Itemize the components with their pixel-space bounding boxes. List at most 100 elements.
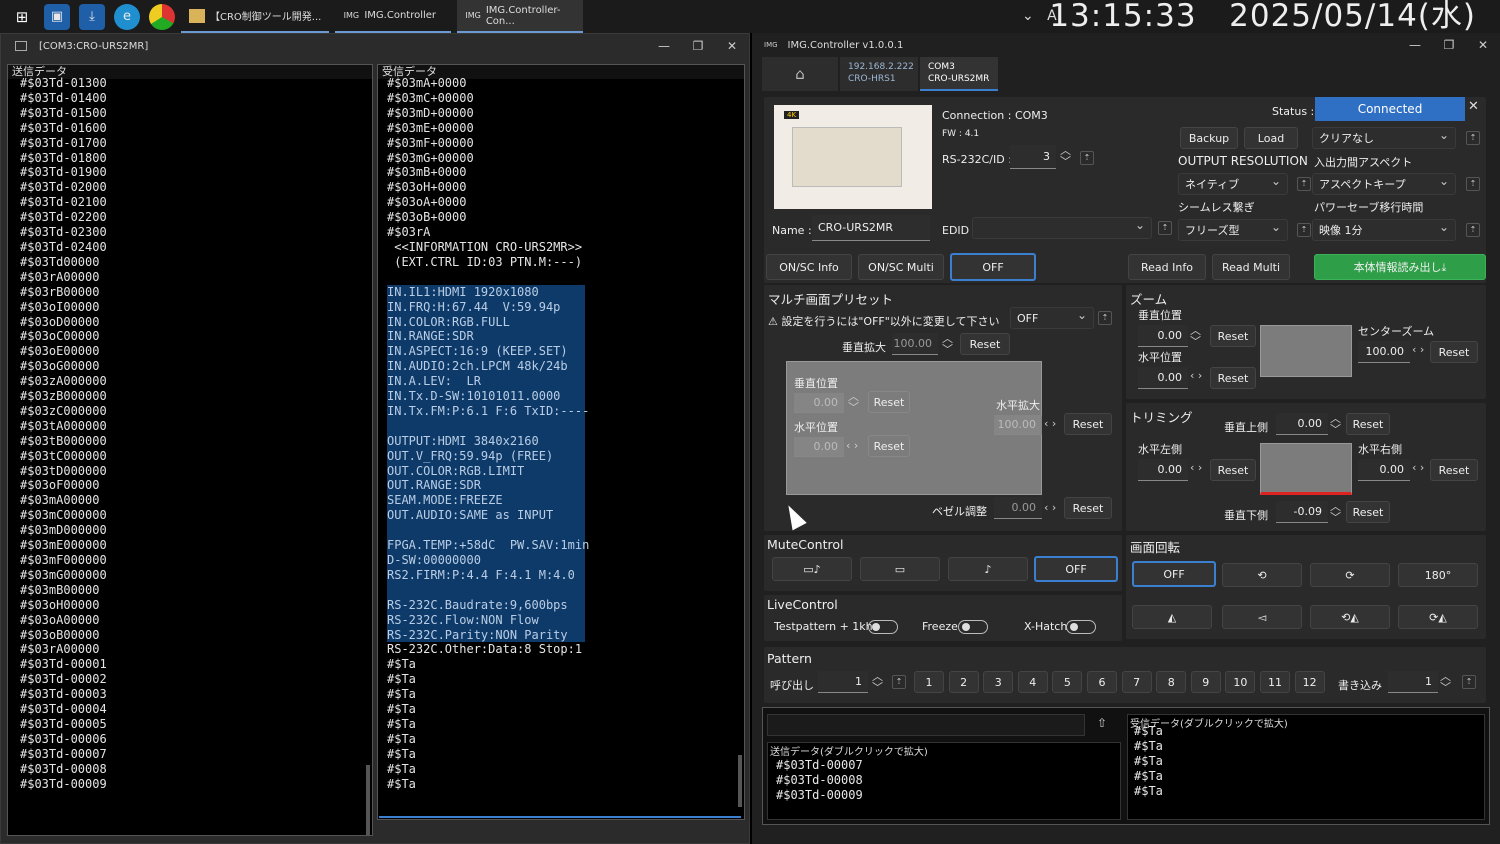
center-zoom-stepper-icon[interactable]: ‹ ›: [1412, 343, 1424, 356]
minimize-icon[interactable]: —: [647, 34, 681, 58]
send-upload-icon[interactable]: ⇧: [1097, 716, 1107, 730]
bezel-reset-button[interactable]: Reset: [1064, 497, 1112, 519]
v-pos-reset-button[interactable]: Reset: [868, 391, 910, 413]
trim-top-input[interactable]: 0.00: [1276, 413, 1328, 435]
trim-bottom-stepper-icon[interactable]: ︿ ﹀: [1330, 501, 1341, 523]
zoom-v-stepper-icon[interactable]: ︿ ﹀: [1190, 325, 1201, 347]
pattern-button-7[interactable]: 7: [1121, 671, 1152, 693]
onsc-info-button[interactable]: ON/SC Info: [766, 254, 852, 280]
h-pos-stepper-icon[interactable]: ‹ ›: [846, 439, 858, 452]
write-input[interactable]: 1: [1388, 671, 1438, 693]
apply-icon[interactable]: ⇡: [1158, 221, 1172, 235]
download-icon[interactable]: ⤓: [79, 3, 105, 30]
trim-left-reset-button[interactable]: Reset: [1210, 459, 1256, 481]
trim-right-input[interactable]: 0.00: [1358, 459, 1410, 481]
pattern-button-6[interactable]: 6: [1087, 671, 1117, 693]
close-icon[interactable]: ✕: [1466, 33, 1500, 57]
chrome-icon[interactable]: [149, 3, 175, 30]
send-log[interactable]: 送信データ(ダブルクリックで拡大) #$03Td-00007 #$03Td-000…: [767, 742, 1121, 820]
recv-log[interactable]: 受信データ(ダブルクリックで拡大) #$Ta #$Ta #$Ta #$Ta #$Ta: [1127, 714, 1485, 820]
apply-icon[interactable]: ⇡: [1462, 675, 1476, 689]
aspect-select[interactable]: アスペクトキープ: [1312, 173, 1456, 195]
v-pos-input[interactable]: 0.00: [794, 393, 844, 413]
rs232-id-input[interactable]: 3: [1010, 145, 1056, 169]
id-stepper-icon[interactable]: ︿ ﹀: [1060, 145, 1071, 167]
write-stepper-icon[interactable]: ︿ ﹀: [1440, 671, 1451, 693]
pattern-button-4[interactable]: 4: [1017, 671, 1048, 693]
read-info-button[interactable]: Read Info: [1128, 254, 1206, 280]
mute-off-button[interactable]: OFF: [1034, 556, 1118, 582]
pattern-button-3[interactable]: 3: [983, 671, 1014, 693]
mute-audio-button[interactable]: ♪: [948, 557, 1028, 581]
pattern-button-5[interactable]: 5: [1052, 671, 1083, 693]
rotate-180-button[interactable]: 180°: [1398, 563, 1478, 587]
trim-left-input[interactable]: 0.00: [1138, 459, 1188, 481]
bezel-input[interactable]: 0.00: [994, 497, 1042, 519]
rotate-270-button[interactable]: ⟳: [1310, 563, 1390, 587]
load-button[interactable]: Load: [1244, 127, 1298, 149]
trim-left-stepper-icon[interactable]: ‹ ›: [1190, 461, 1202, 474]
power-save-select[interactable]: 映像 1分: [1312, 219, 1456, 241]
read-multi-button[interactable]: Read Multi: [1212, 254, 1290, 280]
v-zoom-reset-button[interactable]: Reset: [960, 333, 1010, 355]
xhatch-toggle[interactable]: [1066, 620, 1096, 634]
send-command-input[interactable]: [767, 714, 1085, 736]
freeze-toggle[interactable]: [958, 620, 988, 634]
close-icon[interactable]: ✕: [715, 34, 749, 58]
h-zoom-input[interactable]: 100.00: [994, 415, 1042, 435]
read-all-info-button[interactable]: 本体情報読み出し⤓: [1314, 254, 1486, 280]
recv-scrollbar[interactable]: [738, 755, 742, 807]
pattern-button-9[interactable]: 9: [1190, 671, 1221, 693]
send-scrollbar[interactable]: [366, 765, 370, 835]
taskbar-app-controller-con[interactable]: IMG IMG.Controller-Con...: [457, 0, 584, 33]
apply-icon[interactable]: ⇡: [1466, 177, 1480, 191]
tab-device-1[interactable]: 192.168.2.222 CRO-HRS1: [840, 57, 918, 91]
minimize-icon[interactable]: —: [1398, 33, 1432, 57]
zoom-h-input[interactable]: 0.00: [1138, 367, 1188, 389]
preset-select[interactable]: OFF: [1010, 307, 1094, 329]
rotate-flip-2-button[interactable]: ⟳◭: [1398, 605, 1478, 629]
mute-video-audio-button[interactable]: ▭♪: [772, 557, 852, 581]
taskbar-app-folder[interactable]: 【CRO制御ツール開発...: [181, 0, 330, 33]
apply-icon[interactable]: ⇡: [1466, 131, 1480, 145]
h-pos-reset-button[interactable]: Reset: [868, 435, 910, 457]
zoom-v-input[interactable]: 0.00: [1138, 325, 1188, 347]
output-resolution-select[interactable]: ネイティブ: [1178, 173, 1288, 195]
pattern-button-8[interactable]: 8: [1156, 671, 1187, 693]
trim-bottom-input[interactable]: -0.09: [1276, 501, 1328, 523]
rotate-off-button[interactable]: OFF: [1132, 561, 1216, 587]
bezel-stepper-icon[interactable]: ‹ ›: [1044, 501, 1056, 514]
h-zoom-stepper-icon[interactable]: ‹ ›: [1044, 417, 1056, 430]
name-input[interactable]: CRO-URS2MR: [812, 215, 930, 241]
h-zoom-reset-button[interactable]: Reset: [1064, 413, 1112, 435]
h-pos-input[interactable]: 0.00: [794, 437, 844, 457]
clear-select[interactable]: クリアなし: [1312, 127, 1456, 149]
trim-top-stepper-icon[interactable]: ︿ ﹀: [1330, 413, 1341, 435]
call-input[interactable]: 1: [818, 671, 868, 693]
edid-select[interactable]: [972, 217, 1152, 239]
zoom-h-stepper-icon[interactable]: ‹ ›: [1190, 369, 1202, 382]
pattern-button-2[interactable]: 2: [948, 671, 979, 693]
chevron-up-icon[interactable]: ⌄: [1022, 8, 1034, 24]
rotate-90-button[interactable]: ⟲: [1222, 563, 1302, 587]
call-stepper-icon[interactable]: ︿ ﹀: [872, 671, 883, 693]
v-pos-stepper-icon[interactable]: ︿ ﹀: [848, 391, 859, 413]
onsc-multi-button[interactable]: ON/SC Multi: [858, 254, 944, 280]
recv-lines[interactable]: #$03mA+0000 #$03mC+00000 #$03mD+00000 #$03m…: [378, 76, 744, 792]
tab-device-2[interactable]: COM3 CRO-URS2MR: [920, 57, 998, 91]
flip-vertical-button[interactable]: ◅: [1222, 605, 1302, 629]
maximize-icon[interactable]: ❐: [681, 34, 715, 58]
center-zoom-reset-button[interactable]: Reset: [1430, 341, 1478, 363]
apply-icon[interactable]: ⇡: [1080, 151, 1094, 165]
trim-top-reset-button[interactable]: Reset: [1346, 413, 1390, 435]
testpattern-toggle[interactable]: [868, 620, 898, 634]
trim-right-stepper-icon[interactable]: ‹ ›: [1412, 461, 1424, 474]
tab-home[interactable]: ⌂: [762, 57, 838, 91]
windows-start-icon[interactable]: ⊞: [9, 4, 35, 30]
flip-horizontal-button[interactable]: ◭: [1132, 605, 1212, 629]
apply-icon[interactable]: ⇡: [1297, 177, 1311, 191]
info-off-button[interactable]: OFF: [950, 253, 1036, 281]
send-lines[interactable]: #$03Td-01300 #$03Td-01400 #$03Td-01500 #$03…: [8, 76, 372, 792]
v-zoom-input[interactable]: 100.00: [892, 333, 938, 355]
apply-icon[interactable]: ⇡: [1297, 223, 1311, 237]
